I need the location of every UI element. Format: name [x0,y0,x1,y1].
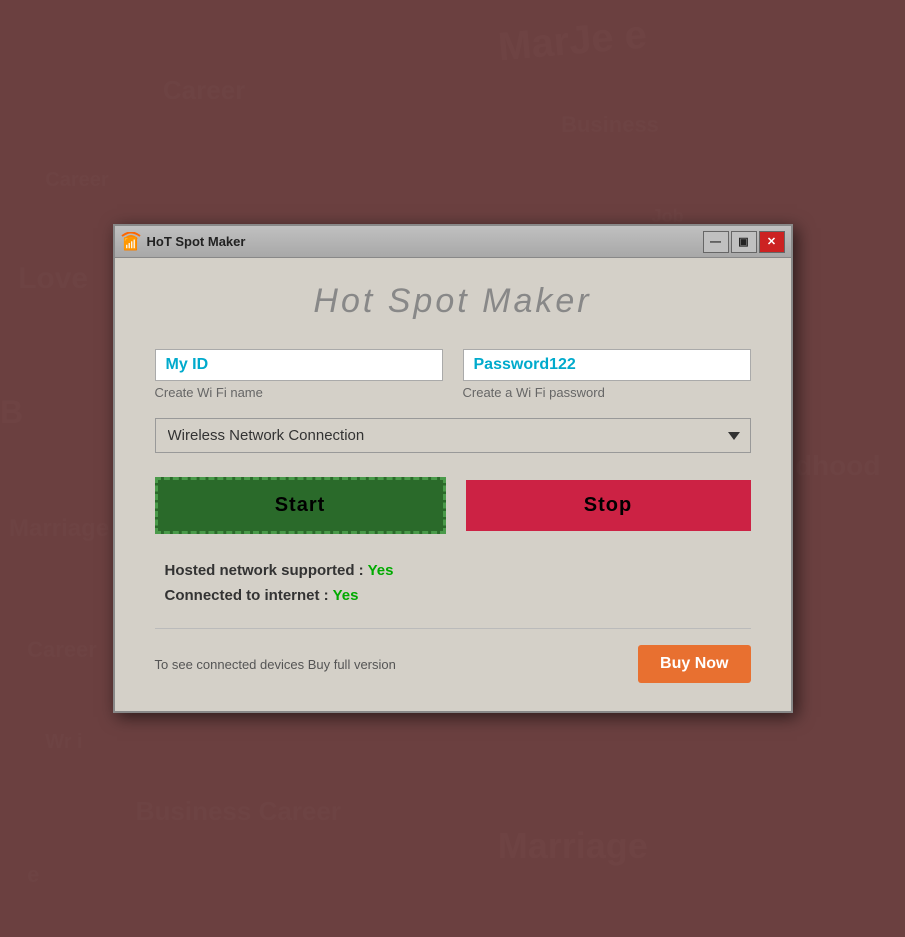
hosted-network-value: Yes [368,562,394,579]
page-center: 📶 HoT Spot Maker — ▣ ✕ Hot Spot Maker Cr… [0,0,905,937]
wifi-password-group: Create a Wi Fi password [463,349,751,400]
inputs-row: Create Wi Fi name Create a Wi Fi passwor… [155,349,751,400]
restore-button[interactable]: ▣ [731,231,757,253]
wifi-name-group: Create Wi Fi name [155,349,443,400]
footer-row: To see connected devices Buy full versio… [155,628,751,683]
internet-label: Connected to internet : [165,587,329,604]
network-select[interactable]: Wireless Network Connection Local Area C… [155,418,751,453]
window-body: Hot Spot Maker Create Wi Fi name Create … [115,258,791,711]
app-title: Hot Spot Maker [155,282,751,321]
stop-button[interactable]: Stop [466,480,751,531]
footer-text: To see connected devices Buy full versio… [155,657,623,672]
close-button[interactable]: ✕ [759,231,785,253]
titlebar: 📶 HoT Spot Maker — ▣ ✕ [115,226,791,258]
window-title: HoT Spot Maker [147,234,703,249]
start-button[interactable]: Start [155,477,446,534]
internet-value: Yes [333,587,359,604]
action-buttons-row: Start Stop [155,477,751,534]
application-window: 📶 HoT Spot Maker — ▣ ✕ Hot Spot Maker Cr… [113,224,793,713]
svg-text:📶: 📶 [123,237,138,251]
status-section: Hosted network supported : Yes Connected… [155,562,751,604]
hosted-network-label: Hosted network supported : [165,562,364,579]
hosted-network-status: Hosted network supported : Yes [165,562,751,579]
wifi-name-label: Create Wi Fi name [155,385,443,400]
minimize-button[interactable]: — [703,231,729,253]
wifi-password-input[interactable] [463,349,751,381]
buy-now-button[interactable]: Buy Now [638,645,750,683]
window-controls: — ▣ ✕ [703,231,785,253]
wifi-password-label: Create a Wi Fi password [463,385,751,400]
app-icon: 📶 [121,232,141,252]
network-dropdown-row: Wireless Network Connection Local Area C… [155,418,751,453]
internet-status: Connected to internet : Yes [165,587,751,604]
wifi-name-input[interactable] [155,349,443,381]
